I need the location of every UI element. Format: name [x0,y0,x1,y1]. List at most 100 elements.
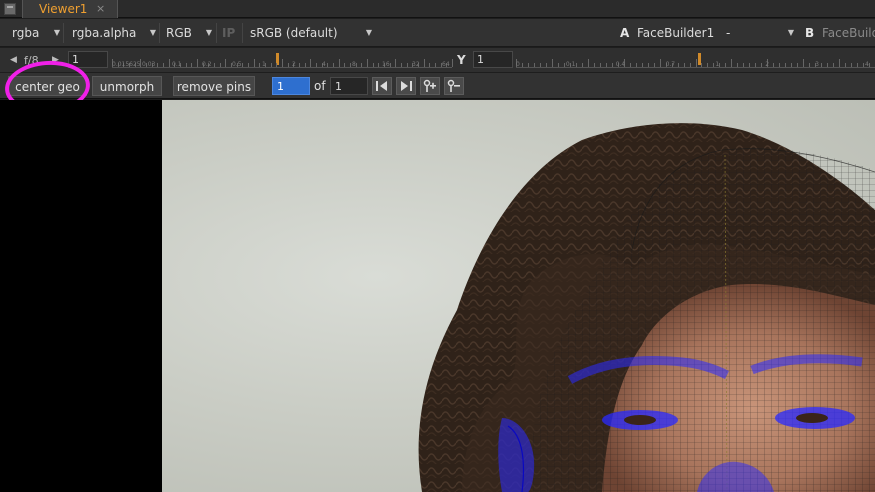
ruler-tick [605,63,607,67]
input-a-dropdown[interactable]: FaceBuilder1 [631,24,715,42]
ruler-tick [755,63,757,67]
compare-mode-dropdown[interactable]: - ▼ [720,24,796,42]
ruler-tick [785,63,787,67]
remove-view-button[interactable] [444,77,464,95]
ruler-tick [395,59,397,67]
gain-right-arrow-icon[interactable]: ▶ [52,52,59,69]
ruler-tick-label: 0.5 [232,61,242,68]
ruler-tick [611,63,613,67]
dropdown-arrow-icon: ▼ [787,28,794,37]
center-geo-button[interactable]: center geo [8,76,87,96]
compare-mode-value: - [726,26,731,40]
ruler-tick [191,63,193,67]
ruler-tick [575,63,577,67]
ruler-tick [304,63,306,67]
ruler-tick-label: 0 [516,61,520,68]
divider [216,23,217,43]
ruler-tick [327,63,329,67]
tab-bar: Viewer1 × [0,0,875,18]
remove-pins-button[interactable]: remove pins [173,76,255,96]
ruler-tick [647,63,649,67]
ruler-tick [677,63,679,67]
input-b-dropdown[interactable]: FaceBuild [816,24,875,42]
ruler-tick [557,63,559,67]
add-view-button[interactable] [420,77,440,95]
gamma-field[interactable]: 1 [473,51,513,68]
ruler-tick [587,59,589,67]
ruler-tick-label: 1 [262,61,266,68]
ruler-tick-label: 16 [382,61,390,68]
display-channel-value: RGB [166,26,192,40]
ruler-tick [827,63,829,67]
unmorph-button[interactable]: unmorph [92,76,162,96]
ruler-tick-label: 0.015625 [112,61,141,68]
ruler-tick [225,59,227,67]
ruler-tick-label: 1 [715,61,720,68]
ruler-tick [406,63,408,67]
close-tab-icon[interactable]: × [96,0,105,18]
ruler-tick [521,63,523,67]
ruler-tick [731,59,733,67]
gamma-label: Y [457,53,466,67]
first-view-icon [376,81,387,91]
tab-viewer1[interactable]: Viewer1 × [22,0,118,18]
ruler-tick [761,63,763,67]
total-views-field: 1 [330,77,368,95]
gamma-slider[interactable]: 0 0.1 0.4 0.7 1 2 3 4 [516,52,875,68]
ruler-tick [270,63,272,67]
ruler-tick [629,63,631,67]
ruler-tick-label: 4 [865,61,869,68]
dropdown-arrow-icon: ▼ [365,28,372,37]
ruler-tick [287,63,289,67]
gain-left-arrow-icon[interactable]: ◀ [10,52,17,69]
ruler-tick [653,63,655,67]
gain-field[interactable]: 1 [68,51,108,68]
ruler-tick [527,63,529,67]
ruler-tick-label: 0.4 [615,61,626,68]
ruler-tick [299,63,300,67]
ruler-tick [168,59,170,67]
input-b-node: FaceBuild [822,26,875,40]
ruler-tick [333,63,334,67]
first-view-button[interactable] [372,77,392,95]
channels-dropdown[interactable]: rgba ▼ [6,24,62,42]
divider [242,23,243,43]
last-view-button[interactable] [396,77,416,95]
ruler-tick [372,63,374,67]
input-a-label: A [620,26,630,40]
current-view-field[interactable]: 1 [272,77,310,95]
ruler-tick [282,59,283,67]
ruler-tick-label: 64 [442,61,450,68]
viewer-black-margin [0,100,162,492]
ruler-tick [701,63,703,67]
gain-slider[interactable]: 0.015625 0.03 0.1 0.2 0.5 1 2 4 8 16 32 64 [112,52,453,68]
ruler-tick [749,63,751,67]
ruler-tick [316,63,317,67]
viewer-canvas[interactable] [162,100,875,492]
ruler-tick [791,63,793,67]
ruler-tick [845,63,847,67]
pane-menu-icon[interactable] [4,3,16,15]
colorspace-dropdown[interactable]: sRGB (default) ▼ [244,24,374,42]
dropdown-arrow-icon: ▼ [205,28,212,37]
input-a-node: FaceBuilder1 [637,26,715,40]
ruler-tick [635,63,637,67]
ruler-tick [338,59,340,67]
ruler-tick [452,59,453,67]
ruler-tick [185,63,187,67]
ruler-tick [551,59,553,67]
ruler-tick [689,63,691,67]
ruler-tick [563,63,565,67]
ruler-tick-label: 0.03 [142,61,156,68]
ruler-tick [219,63,221,67]
display-channel-dropdown[interactable]: RGB ▼ [160,24,214,42]
input-process-toggle[interactable]: IP [222,24,235,42]
ruler-tick [581,63,583,67]
ruler-tick [797,63,799,67]
ruler-tick [259,63,261,67]
ruler-tick [659,59,661,67]
alpha-channel-dropdown[interactable]: rgba.alpha ▼ [66,24,158,42]
ruler-tick [809,63,811,67]
ruler-tick [695,59,697,67]
ruler-tick [821,63,823,67]
